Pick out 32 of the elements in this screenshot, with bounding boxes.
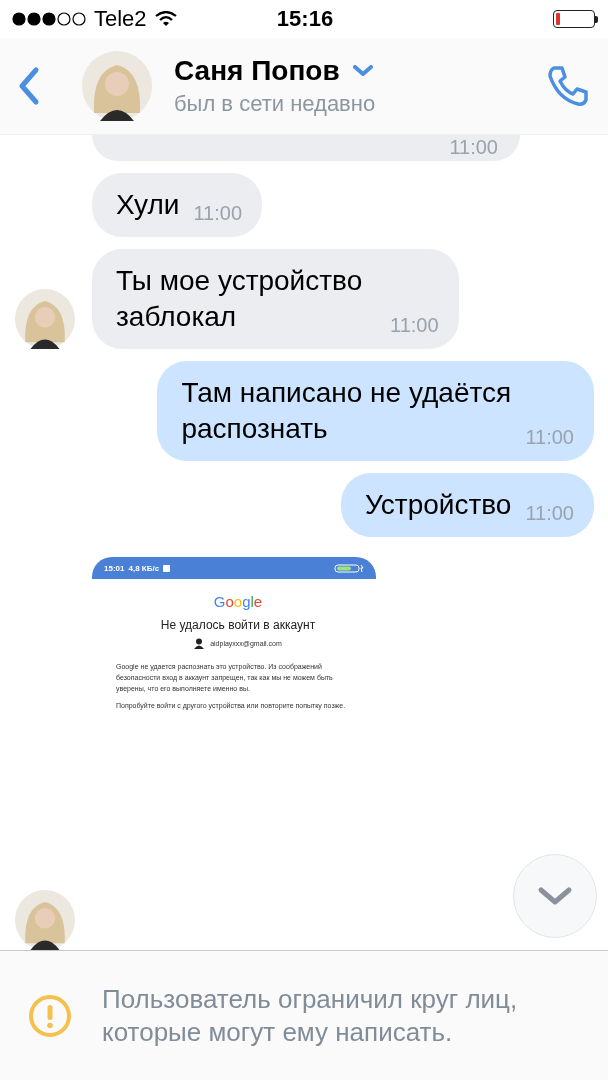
message-time: 11:00 — [193, 201, 242, 225]
avatar[interactable] — [15, 289, 75, 349]
message-text: Там написано не удаётся распознать — [181, 376, 512, 446]
chevron-down-icon[interactable] — [351, 65, 374, 77]
message-text: Устройство — [364, 488, 512, 522]
chevron-down-icon — [537, 886, 573, 906]
message-time: 11:00 — [390, 313, 439, 337]
avatar[interactable] — [15, 890, 75, 950]
restriction-notice: Пользователь ограничил круг лиц, которые могут ему написать. — [102, 982, 519, 1049]
back-icon[interactable] — [18, 66, 40, 106]
warning-icon — [28, 993, 72, 1038]
message-text: Хули — [116, 188, 180, 222]
screenshot-clock: 15:01 — [104, 563, 125, 573]
user-icon — [194, 638, 205, 649]
message-time: 11:00 — [525, 501, 574, 525]
avatar[interactable] — [82, 51, 152, 121]
notification-icon — [163, 564, 171, 572]
message-time: 11:00 — [525, 425, 574, 449]
clock: 15:16 — [276, 6, 334, 32]
phone-icon[interactable] — [546, 64, 590, 108]
battery-icon — [334, 563, 364, 573]
screenshot-title: Не удалось войти в аккаунт — [160, 618, 316, 632]
last-seen-status: был в сети недавно — [174, 91, 377, 117]
battery-icon — [553, 10, 598, 28]
wifi-icon — [154, 11, 177, 27]
logo: Google — [213, 593, 263, 610]
carrier-name: Tele2 — [94, 6, 147, 32]
message-time: 11:00 — [449, 135, 498, 159]
message-text: Ты мое устройство заблокал — [116, 264, 364, 334]
screenshot-speed: 4,8 КБ/с — [128, 563, 160, 573]
signal-icon — [12, 12, 86, 26]
contact-name[interactable]: Саня Попов — [174, 55, 340, 87]
